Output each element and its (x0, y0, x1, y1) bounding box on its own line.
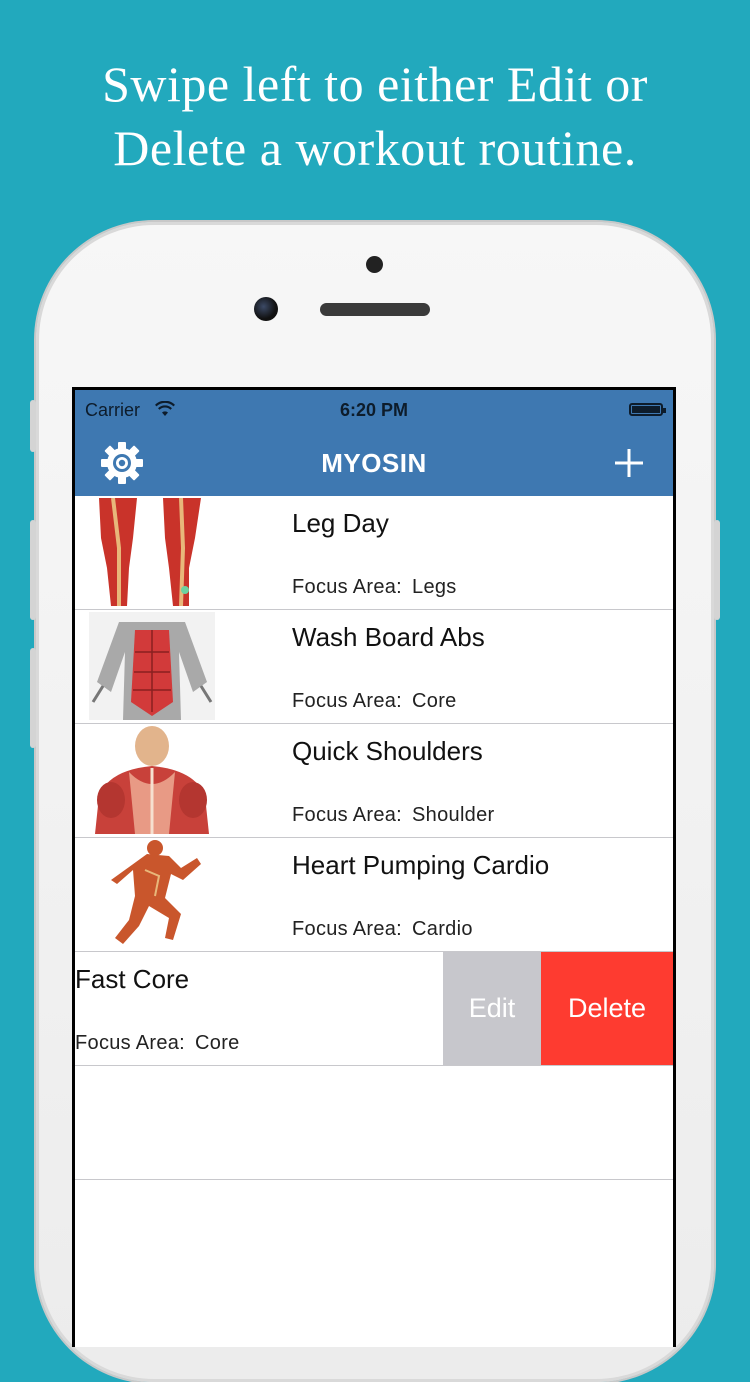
focus-label: Focus Area: (292, 918, 403, 940)
delete-button[interactable]: Delete (541, 952, 673, 1065)
app-title: MYOSIN (321, 448, 427, 478)
empty-row (75, 1066, 673, 1180)
focus-label: Focus Area: (292, 804, 403, 826)
runner-muscle-image (89, 840, 215, 948)
routine-name: Fast Core (75, 964, 190, 994)
focus-label: Focus Area: (292, 576, 403, 598)
routine-focus: Focus Area: Core (292, 690, 457, 713)
routine-row-leg-day[interactable]: Leg Day Focus Area: Legs (75, 496, 673, 610)
earpiece-speaker (320, 303, 430, 316)
routine-focus: Focus Area: Legs (292, 576, 457, 599)
nav-bar: MYOSIN (75, 430, 673, 496)
focus-label: Focus Area: (292, 690, 403, 712)
swiped-row-content[interactable]: Fast Core Focus Area: Core (75, 952, 456, 1065)
legs-muscle-image (89, 498, 215, 606)
proximity-sensor (366, 256, 383, 273)
edit-button[interactable]: Edit (443, 952, 541, 1065)
routine-row-quick-shoulders[interactable]: Quick Shoulders Focus Area: Shoulder (75, 724, 673, 838)
headline: Swipe left to either Edit or Delete a wo… (0, 52, 750, 180)
focus-value: Cardio (412, 918, 473, 940)
routine-row-fast-core[interactable]: Fast Core Focus Area: Core Edit Delete (75, 952, 673, 1066)
headline-line-1: Swipe left to either Edit or (102, 56, 648, 112)
routine-list: Leg Day Focus Area: Legs Wash Board Abs F… (75, 496, 673, 1180)
focus-value: Shoulder (412, 804, 495, 826)
shoulder-muscle-image (89, 726, 215, 834)
app-screen: Carrier 6:20 PM MYOSIN Leg Day Focus Are… (75, 390, 673, 1347)
status-time: 6:20 PM (339, 400, 409, 420)
headline-line-2: Delete a workout routine. (113, 120, 637, 176)
routine-name: Heart Pumping Cardio (292, 850, 550, 880)
routine-focus: Focus Area: Cardio (292, 918, 473, 941)
status-bar: Carrier 6:20 PM (75, 390, 673, 430)
routine-focus: Focus Area: Core (75, 1032, 240, 1055)
routine-row-wash-board-abs[interactable]: Wash Board Abs Focus Area: Core (75, 610, 673, 724)
routine-name: Wash Board Abs (292, 622, 485, 652)
routine-row-heart-pumping-cardio[interactable]: Heart Pumping Cardio Focus Area: Cardio (75, 838, 673, 952)
routine-focus: Focus Area: Shoulder (292, 804, 495, 827)
focus-value: Legs (412, 576, 457, 598)
routine-name: Leg Day (292, 508, 389, 538)
plus-icon[interactable] (609, 443, 649, 483)
abs-muscle-image (89, 612, 215, 720)
phone-power-button (714, 520, 720, 620)
phone-screen: Carrier 6:20 PM MYOSIN Leg Day Focus Are… (72, 387, 676, 1347)
phone-volume-up (30, 520, 36, 620)
front-camera (254, 297, 278, 321)
phone-volume-down (30, 648, 36, 748)
focus-label: Focus Area: (75, 1032, 186, 1054)
phone-mute-switch (30, 400, 36, 452)
focus-value: Core (195, 1032, 240, 1054)
focus-value: Core (412, 690, 457, 712)
battery-icon (629, 403, 666, 416)
routine-name: Quick Shoulders (292, 736, 483, 766)
